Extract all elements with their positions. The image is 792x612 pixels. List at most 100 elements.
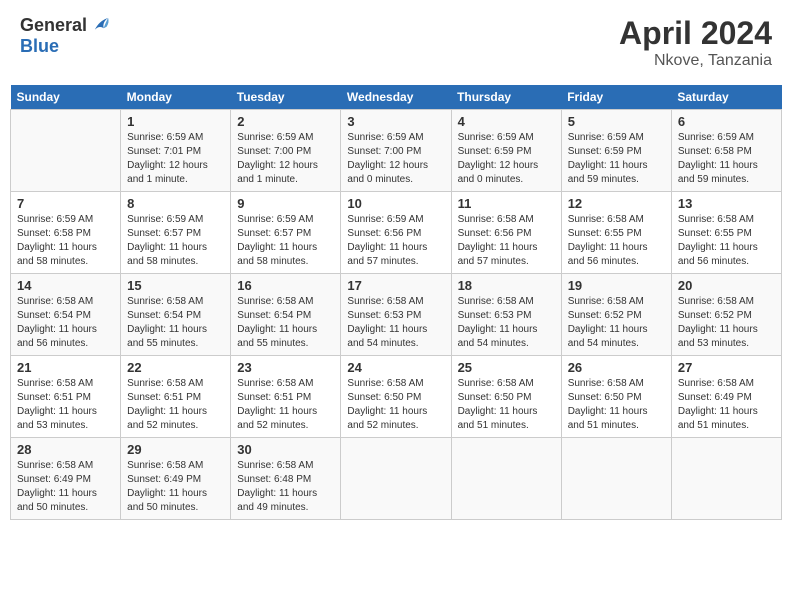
calendar-header-row: SundayMondayTuesdayWednesdayThursdayFrid… [11,85,782,110]
calendar-cell: 11 Sunrise: 6:58 AMSunset: 6:56 PMDayligh… [451,192,561,274]
day-info: Sunrise: 6:58 AMSunset: 6:54 PMDaylight:… [237,295,334,351]
calendar-week-row: 28 Sunrise: 6:58 AMSunset: 6:49 PMDayligh… [11,438,782,520]
calendar-cell: 4Sunrise: 6:59 AMSunset: 6:59 PMDaylight… [451,110,561,192]
day-info: Sunrise: 6:58 AMSunset: 6:54 PMDaylight:… [127,295,224,351]
calendar-cell: 21Sunrise: 6:58 AMSunset: 6:51 PMDayligh… [11,356,121,438]
day-info: Sunrise: 6:58 AMSunset: 6:49 PMDaylight:… [678,377,775,433]
calendar-cell [11,110,121,192]
day-number: 10 [347,196,444,211]
calendar-week-row: 21Sunrise: 6:58 AMSunset: 6:51 PMDayligh… [11,356,782,438]
day-number: 24 [347,360,444,375]
calendar-cell: 5 Sunrise: 6:59 AMSunset: 6:59 PMDaylight… [561,110,671,192]
day-number: 14 [17,278,114,293]
day-info: Sunrise: 6:58 AMSunset: 6:48 PMDaylight:… [237,459,334,515]
day-number: 2 [237,114,334,129]
day-info: Sunrise: 6:58 AMSunset: 6:54 PMDaylight:… [17,295,114,351]
day-info: Sunrise: 6:58 AMSunset: 6:56 PMDaylight:… [458,213,555,269]
page-header: General Blue April 2024 Nkove, Tanzania [10,10,782,75]
calendar-cell: 2 Sunrise: 6:59 AMSunset: 7:00 PMDaylight… [231,110,341,192]
column-header-tuesday: Tuesday [231,85,341,110]
day-number: 19 [568,278,665,293]
day-info: Sunrise: 6:58 AMSunset: 6:52 PMDaylight:… [568,295,665,351]
calendar-cell: 3 Sunrise: 6:59 AMSunset: 7:00 PMDaylight… [341,110,451,192]
day-number: 9 [237,196,334,211]
column-header-thursday: Thursday [451,85,561,110]
day-info: Sunrise: 6:58 AMSunset: 6:50 PMDaylight:… [347,377,444,433]
calendar-cell: 17Sunrise: 6:58 AMSunset: 6:53 PMDayligh… [341,274,451,356]
day-info: Sunrise: 6:59 AMSunset: 6:59 PMDaylight:… [568,131,665,187]
day-info: Sunrise: 6:58 AMSunset: 6:51 PMDaylight:… [17,377,114,433]
calendar-cell: 25 Sunrise: 6:58 AMSunset: 6:50 PMDayligh… [451,356,561,438]
calendar-cell [561,438,671,520]
day-info: Sunrise: 6:58 AMSunset: 6:55 PMDaylight:… [678,213,775,269]
day-number: 6 [678,114,775,129]
calendar-cell: 30 Sunrise: 6:58 AMSunset: 6:48 PMDayligh… [231,438,341,520]
day-number: 18 [458,278,555,293]
calendar-cell: 13Sunrise: 6:58 AMSunset: 6:55 PMDayligh… [671,192,781,274]
day-info: Sunrise: 6:58 AMSunset: 6:49 PMDaylight:… [17,459,114,515]
column-header-saturday: Saturday [671,85,781,110]
day-info: Sunrise: 6:59 AMSunset: 7:01 PMDaylight:… [127,131,224,187]
day-info: Sunrise: 6:58 AMSunset: 6:55 PMDaylight:… [568,213,665,269]
day-number: 27 [678,360,775,375]
day-number: 5 [568,114,665,129]
calendar-cell: 15 Sunrise: 6:58 AMSunset: 6:54 PMDayligh… [121,274,231,356]
calendar-cell: 7 Sunrise: 6:59 AMSunset: 6:58 PMDaylight… [11,192,121,274]
calendar-cell: 27 Sunrise: 6:58 AMSunset: 6:49 PMDayligh… [671,356,781,438]
column-header-friday: Friday [561,85,671,110]
day-number: 28 [17,442,114,457]
day-number: 23 [237,360,334,375]
day-number: 20 [678,278,775,293]
day-number: 7 [17,196,114,211]
column-header-wednesday: Wednesday [341,85,451,110]
calendar-week-row: 14 Sunrise: 6:58 AMSunset: 6:54 PMDayligh… [11,274,782,356]
day-info: Sunrise: 6:58 AMSunset: 6:50 PMDaylight:… [568,377,665,433]
calendar-week-row: 7 Sunrise: 6:59 AMSunset: 6:58 PMDaylight… [11,192,782,274]
day-number: 17 [347,278,444,293]
day-number: 11 [458,196,555,211]
calendar-cell: 14 Sunrise: 6:58 AMSunset: 6:54 PMDayligh… [11,274,121,356]
location-title: Nkove, Tanzania [619,52,772,70]
calendar-cell [341,438,451,520]
day-info: Sunrise: 6:59 AMSunset: 6:58 PMDaylight:… [17,213,114,269]
calendar-cell: 24 Sunrise: 6:58 AMSunset: 6:50 PMDayligh… [341,356,451,438]
calendar-table: SundayMondayTuesdayWednesdayThursdayFrid… [10,85,782,520]
calendar-cell: 10 Sunrise: 6:59 AMSunset: 6:56 PMDayligh… [341,192,451,274]
calendar-week-row: 1 Sunrise: 6:59 AMSunset: 7:01 PMDaylight… [11,110,782,192]
column-header-monday: Monday [121,85,231,110]
calendar-cell: 23 Sunrise: 6:58 AMSunset: 6:51 PMDayligh… [231,356,341,438]
day-info: Sunrise: 6:58 AMSunset: 6:53 PMDaylight:… [458,295,555,351]
day-number: 26 [568,360,665,375]
day-number: 1 [127,114,224,129]
month-title: April 2024 [619,15,772,52]
day-info: Sunrise: 6:59 AMSunset: 6:59 PMDaylight:… [458,131,555,187]
day-info: Sunrise: 6:58 AMSunset: 6:51 PMDaylight:… [237,377,334,433]
column-header-sunday: Sunday [11,85,121,110]
day-number: 3 [347,114,444,129]
day-info: Sunrise: 6:58 AMSunset: 6:50 PMDaylight:… [458,377,555,433]
calendar-cell: 18 Sunrise: 6:58 AMSunset: 6:53 PMDayligh… [451,274,561,356]
calendar-cell: 9Sunrise: 6:59 AMSunset: 6:57 PMDaylight… [231,192,341,274]
day-info: Sunrise: 6:58 AMSunset: 6:52 PMDaylight:… [678,295,775,351]
day-info: Sunrise: 6:59 AMSunset: 6:57 PMDaylight:… [127,213,224,269]
day-number: 25 [458,360,555,375]
calendar-cell [671,438,781,520]
day-info: Sunrise: 6:59 AMSunset: 7:00 PMDaylight:… [347,131,444,187]
day-info: Sunrise: 6:59 AMSunset: 6:56 PMDaylight:… [347,213,444,269]
logo-blue-text: Blue [20,37,111,57]
logo-bird-icon [89,15,111,37]
day-info: Sunrise: 6:58 AMSunset: 6:51 PMDaylight:… [127,377,224,433]
title-block: April 2024 Nkove, Tanzania [619,15,772,70]
day-number: 30 [237,442,334,457]
calendar-cell: 19 Sunrise: 6:58 AMSunset: 6:52 PMDayligh… [561,274,671,356]
day-number: 12 [568,196,665,211]
calendar-cell: 22Sunrise: 6:58 AMSunset: 6:51 PMDayligh… [121,356,231,438]
calendar-cell: 28 Sunrise: 6:58 AMSunset: 6:49 PMDayligh… [11,438,121,520]
calendar-cell: 8Sunrise: 6:59 AMSunset: 6:57 PMDaylight… [121,192,231,274]
day-info: Sunrise: 6:59 AMSunset: 6:58 PMDaylight:… [678,131,775,187]
day-info: Sunrise: 6:58 AMSunset: 6:49 PMDaylight:… [127,459,224,515]
day-info: Sunrise: 6:59 AMSunset: 7:00 PMDaylight:… [237,131,334,187]
day-number: 15 [127,278,224,293]
calendar-cell: 26 Sunrise: 6:58 AMSunset: 6:50 PMDayligh… [561,356,671,438]
calendar-cell: 29Sunrise: 6:58 AMSunset: 6:49 PMDayligh… [121,438,231,520]
